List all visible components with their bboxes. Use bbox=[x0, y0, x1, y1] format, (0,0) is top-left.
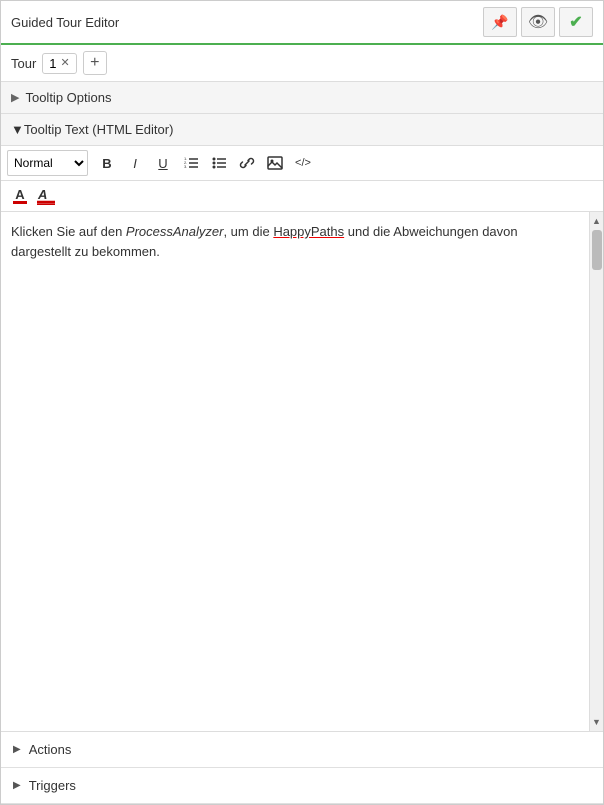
confirm-button[interactable]: ✔ bbox=[559, 7, 593, 37]
tooltip-text-section: ▼ Tooltip Text (HTML Editor) Normal Head… bbox=[1, 114, 603, 731]
underline-button[interactable]: U bbox=[150, 150, 176, 176]
add-tour-icon: + bbox=[90, 54, 99, 72]
format-select[interactable]: Normal Heading 1 Heading 2 Heading 3 bbox=[7, 150, 88, 176]
italic-button[interactable]: I bbox=[122, 150, 148, 176]
pin-icon: 📌 bbox=[491, 14, 508, 31]
svg-text:3.: 3. bbox=[184, 164, 187, 169]
editor-content-scroll[interactable]: Klicken Sie auf den ProcessAnalyzer, um … bbox=[1, 212, 589, 731]
link-button[interactable] bbox=[234, 150, 260, 176]
tooltip-text-arrow: ▼ bbox=[11, 122, 24, 137]
highlight-icon: A bbox=[37, 185, 59, 208]
triggers-arrow: ▶ bbox=[13, 780, 21, 791]
editor-toolbar-row2: A A bbox=[1, 181, 603, 212]
bottom-sections: ▶ Actions ▶ Triggers bbox=[1, 731, 603, 804]
triggers-section-header[interactable]: ▶ Triggers bbox=[1, 768, 603, 804]
scrollbar-thumb[interactable] bbox=[592, 230, 602, 270]
tour-tab-number: 1 bbox=[49, 56, 56, 71]
editor-scroll-area: Klicken Sie auf den ProcessAnalyzer, um … bbox=[1, 212, 603, 731]
preview-button[interactable]: 👁 bbox=[521, 7, 555, 37]
guided-tour-editor: Guided Tour Editor 📌 👁 ✔ Tour 1 ✕ + ▶ To… bbox=[0, 0, 604, 805]
actions-label: Actions bbox=[29, 742, 72, 757]
editor-scrollbar[interactable]: ▲ ▼ bbox=[589, 212, 603, 731]
pin-button[interactable]: 📌 bbox=[483, 7, 517, 37]
tour-label: Tour bbox=[11, 56, 36, 71]
image-button[interactable] bbox=[262, 150, 288, 176]
tour-row: Tour 1 ✕ + bbox=[1, 45, 603, 82]
tour-tab-close[interactable]: ✕ bbox=[61, 58, 70, 69]
header-actions: 📌 👁 ✔ bbox=[483, 7, 593, 37]
check-icon: ✔ bbox=[569, 12, 582, 32]
code-button[interactable]: </> bbox=[290, 150, 316, 176]
editor-toolbar-row1: Normal Heading 1 Heading 2 Heading 3 B I… bbox=[1, 146, 603, 181]
editor-content[interactable]: Klicken Sie auf den ProcessAnalyzer, um … bbox=[1, 212, 589, 271]
html-editor: Normal Heading 1 Heading 2 Heading 3 B I… bbox=[1, 146, 603, 731]
font-color-icon: A bbox=[13, 188, 26, 204]
actions-section-header[interactable]: ▶ Actions bbox=[1, 732, 603, 768]
unordered-list-button[interactable] bbox=[206, 150, 232, 176]
ordered-list-button[interactable]: 1.2.3. bbox=[178, 150, 204, 176]
preview-icon: 👁 bbox=[528, 12, 548, 32]
scrollbar-down-arrow[interactable]: ▼ bbox=[592, 715, 601, 729]
tooltip-options-label: Tooltip Options bbox=[25, 90, 111, 105]
tooltip-options-arrow: ▶ bbox=[11, 91, 19, 104]
bold-button[interactable]: B bbox=[94, 150, 120, 176]
tooltip-options-header[interactable]: ▶ Tooltip Options bbox=[1, 82, 603, 114]
actions-arrow: ▶ bbox=[13, 744, 21, 755]
editor-text: Klicken Sie auf den ProcessAnalyzer, um … bbox=[11, 224, 518, 259]
tooltip-text-label: Tooltip Text (HTML Editor) bbox=[24, 122, 174, 137]
svg-text:A: A bbox=[37, 187, 47, 202]
font-color-button[interactable]: A bbox=[7, 183, 33, 209]
add-tour-button[interactable]: + bbox=[83, 51, 107, 75]
editor-title: Guided Tour Editor bbox=[11, 15, 119, 30]
scrollbar-up-arrow[interactable]: ▲ bbox=[592, 214, 601, 228]
highlight-button[interactable]: A bbox=[35, 183, 61, 209]
tooltip-text-header[interactable]: ▼ Tooltip Text (HTML Editor) bbox=[1, 114, 603, 146]
editor-header: Guided Tour Editor 📌 👁 ✔ bbox=[1, 1, 603, 45]
tour-tab[interactable]: 1 ✕ bbox=[42, 53, 76, 74]
triggers-label: Triggers bbox=[29, 778, 76, 793]
